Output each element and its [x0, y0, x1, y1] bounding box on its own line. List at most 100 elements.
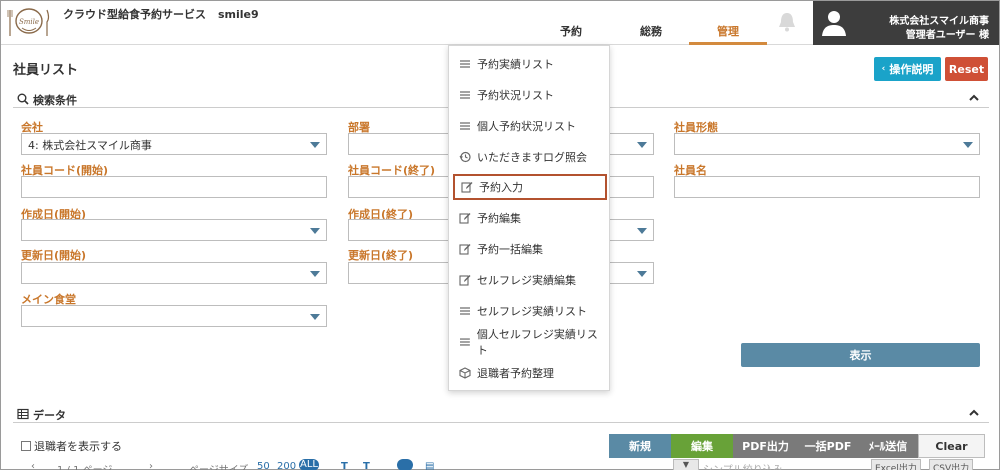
chevron-up-icon[interactable]: [969, 408, 979, 418]
user-panel[interactable]: 株式会社スマイル商事 管理者ユーザー 様: [813, 1, 999, 45]
menu-item-label: セルフレジ実績リスト: [477, 305, 587, 318]
new-button[interactable]: 新規: [609, 434, 671, 458]
page-size-50[interactable]: 50: [257, 461, 270, 470]
menu-item-personal-self-register[interactable]: 個人セルフレジ実績リスト: [453, 328, 607, 357]
menu-item-reservation-input[interactable]: 予約入力: [453, 174, 607, 200]
dropdown-arrow-icon: [310, 314, 320, 320]
menu-item-label: 予約実績リスト: [477, 58, 554, 71]
tab-management[interactable]: 管理: [689, 23, 767, 45]
history-icon: [459, 151, 471, 163]
app-title: クラウド型給食予約サービス smile9: [63, 6, 259, 22]
updated-from-label: 更新日(開始): [21, 249, 87, 262]
csv-export-button[interactable]: CSV出力: [929, 459, 974, 470]
pdf-export-button[interactable]: PDF出力: [733, 434, 798, 458]
menu-item-reservation-edit[interactable]: 予約編集: [453, 205, 607, 231]
send-mail-button[interactable]: ﾒｰﾙ送信: [858, 434, 918, 458]
clear-button[interactable]: Clear: [918, 434, 985, 458]
table-icon: [17, 408, 29, 420]
data-section-title: データ: [33, 409, 66, 422]
manual-button[interactable]: ‹ 操作説明: [874, 57, 941, 81]
smile-logo-icon[interactable]: Smile: [7, 4, 51, 40]
show-retired-label: 退職者を表示する: [34, 440, 122, 453]
menu-item-self-register-edit[interactable]: セルフレジ実績編集: [453, 267, 607, 293]
prev-page-icon[interactable]: ‹: [31, 461, 35, 470]
edit-icon: [459, 275, 471, 286]
user-company: 株式会社スマイル商事: [889, 16, 989, 27]
updated-to-label: 更新日(終了): [348, 249, 414, 262]
bulk-pdf-button[interactable]: 一括PDF: [798, 434, 858, 458]
text-small-icon[interactable]: T: [341, 461, 348, 470]
cafeteria-select[interactable]: [21, 305, 327, 327]
edit-icon: [459, 213, 471, 224]
menu-item-reservation-results[interactable]: 予約実績リスト: [453, 51, 607, 77]
simple-filter-input[interactable]: シンプル絞り込み: [703, 461, 783, 470]
list-icon: [459, 338, 470, 346]
menu-item-itadakimasu-log[interactable]: いただきますログ照会: [453, 144, 607, 170]
management-menu: 予約実績リスト 予約状況リスト 個人予約状況リスト いただきますログ照会 予約入…: [448, 45, 610, 391]
menu-item-label: 予約一括編集: [477, 243, 543, 256]
data-action-bar: 新規 編集 PDF出力 一括PDF ﾒｰﾙ送信 Clear: [609, 434, 985, 458]
search-icon: [17, 93, 29, 105]
list-icon: [460, 122, 470, 130]
code-from-input[interactable]: [21, 176, 327, 198]
page-info: 1 / 1 ページ: [57, 461, 112, 470]
svg-text:Smile: Smile: [19, 18, 39, 26]
app-title-text: クラウド型給食予約サービス: [63, 8, 206, 21]
menu-item-personal-status[interactable]: 個人予約状況リスト: [453, 113, 607, 139]
menu-item-label: 予約編集: [477, 212, 521, 225]
filter-dropdown-icon[interactable]: ▼: [673, 459, 699, 470]
page-size-200[interactable]: 200: [277, 461, 296, 470]
employee-name-input[interactable]: [674, 176, 980, 198]
dropdown-arrow-icon: [637, 228, 647, 234]
list-icon: [460, 60, 470, 68]
menu-item-label: いただきますログ照会: [477, 151, 587, 164]
company-select[interactable]: 4: 株式会社スマイル商事: [21, 133, 327, 155]
company-select-value: 4: 株式会社スマイル商事: [28, 139, 152, 152]
menu-item-reservation-status[interactable]: 予約状況リスト: [453, 82, 607, 108]
dropdown-arrow-icon: [637, 142, 647, 148]
edit-icon: [459, 244, 471, 255]
edit-button[interactable]: 編集: [671, 434, 733, 458]
chevron-left-icon: ‹: [881, 64, 886, 74]
next-page-icon[interactable]: ›: [149, 461, 153, 470]
tab-general-affairs[interactable]: 総務: [629, 23, 673, 45]
reset-button[interactable]: Reset: [945, 57, 988, 81]
app-header: Smile クラウド型給食予約サービス smile9 予約 総務 管理 株式会社ス…: [1, 1, 999, 45]
user-name: 管理者ユーザー 様: [905, 30, 989, 41]
menu-item-label: 退職者予約整理: [477, 367, 554, 380]
employee-type-select[interactable]: [674, 133, 980, 155]
updated-from-select[interactable]: [21, 262, 327, 284]
menu-item-label: 個人セルフレジ実績リスト: [476, 328, 598, 357]
list-icon: [460, 307, 470, 315]
menu-item-bulk-edit[interactable]: 予約一括編集: [453, 236, 607, 262]
display-button[interactable]: 表示: [741, 343, 980, 367]
columns-icon[interactable]: ▤: [425, 461, 434, 470]
chevron-up-icon[interactable]: [969, 93, 979, 103]
dropdown-arrow-icon: [637, 271, 647, 277]
user-avatar-icon: [822, 11, 846, 36]
menu-item-label: 予約入力: [479, 181, 523, 194]
company-id: smile9: [218, 8, 259, 21]
page-size-all[interactable]: ALL: [299, 459, 319, 470]
tab-reservation[interactable]: 予約: [549, 23, 593, 45]
created-from-select[interactable]: [21, 219, 327, 241]
show-retired-toggle[interactable]: 退職者を表示する: [21, 438, 122, 454]
text-large-icon[interactable]: T: [363, 461, 370, 470]
excel-export-button[interactable]: Excel出力: [871, 459, 921, 470]
menu-circle-icon[interactable]: [397, 459, 413, 470]
data-section-header[interactable]: データ: [13, 405, 989, 423]
dropdown-arrow-icon: [963, 142, 973, 148]
dropdown-arrow-icon: [310, 228, 320, 234]
box-icon: [459, 367, 471, 379]
list-icon: [460, 91, 470, 99]
dropdown-arrow-icon: [310, 142, 320, 148]
menu-item-label: セルフレジ実績編集: [477, 274, 576, 287]
menu-item-self-register-list[interactable]: セルフレジ実績リスト: [453, 298, 607, 324]
menu-item-retiree-cleanup[interactable]: 退職者予約整理: [453, 360, 607, 386]
page-size-label: ページサイズ: [189, 461, 249, 470]
edit-icon: [461, 182, 473, 193]
dropdown-arrow-icon: [310, 271, 320, 277]
bell-icon[interactable]: [777, 11, 797, 33]
show-retired-checkbox[interactable]: [21, 441, 31, 451]
search-section-title: 検索条件: [33, 94, 77, 107]
